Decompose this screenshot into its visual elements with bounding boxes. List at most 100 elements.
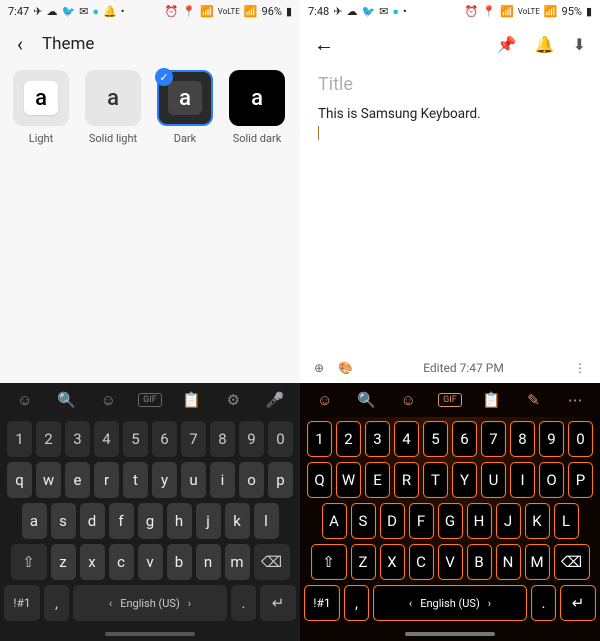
clipboard-icon[interactable]: 📋 bbox=[480, 391, 504, 409]
key-e[interactable]: E bbox=[365, 462, 390, 498]
key-shift[interactable]: ⇧ bbox=[311, 544, 347, 580]
key-r[interactable]: r bbox=[94, 462, 119, 498]
key-t[interactable]: t bbox=[123, 462, 148, 498]
key-9[interactable]: 9 bbox=[539, 421, 564, 457]
key-j[interactable]: j bbox=[196, 503, 221, 539]
key-0[interactable]: 0 bbox=[568, 421, 593, 457]
key-o[interactable]: o bbox=[239, 462, 264, 498]
key-c[interactable]: c bbox=[109, 544, 134, 580]
gif-icon[interactable]: GIF bbox=[138, 393, 162, 407]
key-x[interactable]: x bbox=[80, 544, 105, 580]
key-6[interactable]: 6 bbox=[152, 421, 177, 457]
sticker-icon[interactable]: ☺ bbox=[396, 391, 420, 409]
palette-icon[interactable]: 🎨 bbox=[338, 361, 353, 375]
voice-icon[interactable]: 🎤 bbox=[263, 391, 287, 409]
key-comma[interactable]: , bbox=[44, 585, 69, 621]
key-g[interactable]: G bbox=[438, 503, 463, 539]
key-1[interactable]: 1 bbox=[307, 421, 332, 457]
back-button[interactable]: ‹ bbox=[8, 32, 32, 56]
key-q[interactable]: Q bbox=[307, 462, 332, 498]
back-button[interactable]: ← bbox=[314, 32, 334, 57]
key-1[interactable]: 1 bbox=[7, 421, 32, 457]
key-z[interactable]: Z bbox=[351, 544, 376, 580]
key-6[interactable]: 6 bbox=[452, 421, 477, 457]
key-k[interactable]: K bbox=[525, 503, 550, 539]
key-k[interactable]: k bbox=[225, 503, 250, 539]
key-p[interactable]: P bbox=[568, 462, 593, 498]
sticker-icon[interactable]: ☺ bbox=[96, 391, 120, 409]
key-enter[interactable]: ↵ bbox=[560, 585, 596, 621]
key-m[interactable]: M bbox=[525, 544, 550, 580]
key-5[interactable]: 5 bbox=[423, 421, 448, 457]
key-space[interactable]: ‹ English (US) › bbox=[373, 585, 527, 621]
clipboard-icon[interactable]: 📋 bbox=[180, 391, 204, 409]
key-symbols[interactable]: !#1 bbox=[304, 585, 340, 621]
theme-option-dark[interactable]: ✓ a Dark bbox=[156, 70, 214, 145]
key-o[interactable]: O bbox=[539, 462, 564, 498]
key-3[interactable]: 3 bbox=[365, 421, 390, 457]
gif-icon[interactable]: GIF bbox=[438, 393, 462, 407]
key-z[interactable]: z bbox=[51, 544, 76, 580]
search-icon[interactable]: 🔍 bbox=[355, 391, 379, 409]
key-8[interactable]: 8 bbox=[510, 421, 535, 457]
key-p[interactable]: p bbox=[268, 462, 293, 498]
key-5[interactable]: 5 bbox=[123, 421, 148, 457]
key-t[interactable]: T bbox=[423, 462, 448, 498]
pin-icon[interactable]: 📌 bbox=[497, 35, 517, 54]
settings-icon[interactable]: ⚙ bbox=[221, 391, 245, 409]
key-h[interactable]: h bbox=[167, 503, 192, 539]
key-h[interactable]: H bbox=[467, 503, 492, 539]
key-0[interactable]: 0 bbox=[268, 421, 293, 457]
key-3[interactable]: 3 bbox=[65, 421, 90, 457]
gesture-bar[interactable] bbox=[0, 627, 300, 641]
search-icon[interactable]: 🔍 bbox=[55, 391, 79, 409]
key-r[interactable]: R bbox=[394, 462, 419, 498]
key-a[interactable]: a bbox=[22, 503, 47, 539]
key-u[interactable]: U bbox=[481, 462, 506, 498]
key-g[interactable]: g bbox=[138, 503, 163, 539]
reminder-icon[interactable]: 🔔 bbox=[535, 35, 555, 54]
key-v[interactable]: V bbox=[438, 544, 463, 580]
theme-option-solid-dark[interactable]: a Solid dark bbox=[228, 70, 286, 145]
key-a[interactable]: A bbox=[322, 503, 347, 539]
theme-option-solid-light[interactable]: a Solid light bbox=[84, 70, 142, 145]
key-4[interactable]: 4 bbox=[94, 421, 119, 457]
emoji-icon[interactable]: ☺ bbox=[13, 391, 37, 409]
more-icon[interactable]: ⋮ bbox=[574, 361, 586, 375]
key-2[interactable]: 2 bbox=[36, 421, 61, 457]
key-b[interactable]: B bbox=[467, 544, 492, 580]
note-title-input[interactable]: Title bbox=[318, 74, 582, 95]
key-backspace[interactable]: ⌫ bbox=[554, 544, 590, 580]
key-shift[interactable]: ⇧ bbox=[11, 544, 47, 580]
key-i[interactable]: i bbox=[210, 462, 235, 498]
key-v[interactable]: v bbox=[138, 544, 163, 580]
key-x[interactable]: X bbox=[380, 544, 405, 580]
key-backspace[interactable]: ⌫ bbox=[254, 544, 290, 580]
emoji-icon[interactable]: ☺ bbox=[313, 391, 337, 409]
key-w[interactable]: W bbox=[336, 462, 361, 498]
key-8[interactable]: 8 bbox=[210, 421, 235, 457]
key-7[interactable]: 7 bbox=[481, 421, 506, 457]
key-n[interactable]: N bbox=[496, 544, 521, 580]
key-period[interactable]: . bbox=[231, 585, 256, 621]
key-m[interactable]: m bbox=[225, 544, 250, 580]
key-y[interactable]: y bbox=[152, 462, 177, 498]
key-n[interactable]: n bbox=[196, 544, 221, 580]
key-l[interactable]: l bbox=[254, 503, 279, 539]
key-4[interactable]: 4 bbox=[394, 421, 419, 457]
key-w[interactable]: w bbox=[36, 462, 61, 498]
key-space[interactable]: ‹ English (US) › bbox=[73, 585, 227, 621]
key-i[interactable]: I bbox=[510, 462, 535, 498]
key-s[interactable]: s bbox=[51, 503, 76, 539]
key-u[interactable]: u bbox=[181, 462, 206, 498]
key-f[interactable]: F bbox=[409, 503, 434, 539]
add-icon[interactable]: ⊕ bbox=[314, 361, 324, 375]
key-enter[interactable]: ↵ bbox=[260, 585, 296, 621]
key-2[interactable]: 2 bbox=[336, 421, 361, 457]
more-icon[interactable]: ⋯ bbox=[563, 391, 587, 409]
key-j[interactable]: J bbox=[496, 503, 521, 539]
key-d[interactable]: d bbox=[80, 503, 105, 539]
key-y[interactable]: Y bbox=[452, 462, 477, 498]
key-f[interactable]: f bbox=[109, 503, 134, 539]
key-l[interactable]: L bbox=[554, 503, 579, 539]
